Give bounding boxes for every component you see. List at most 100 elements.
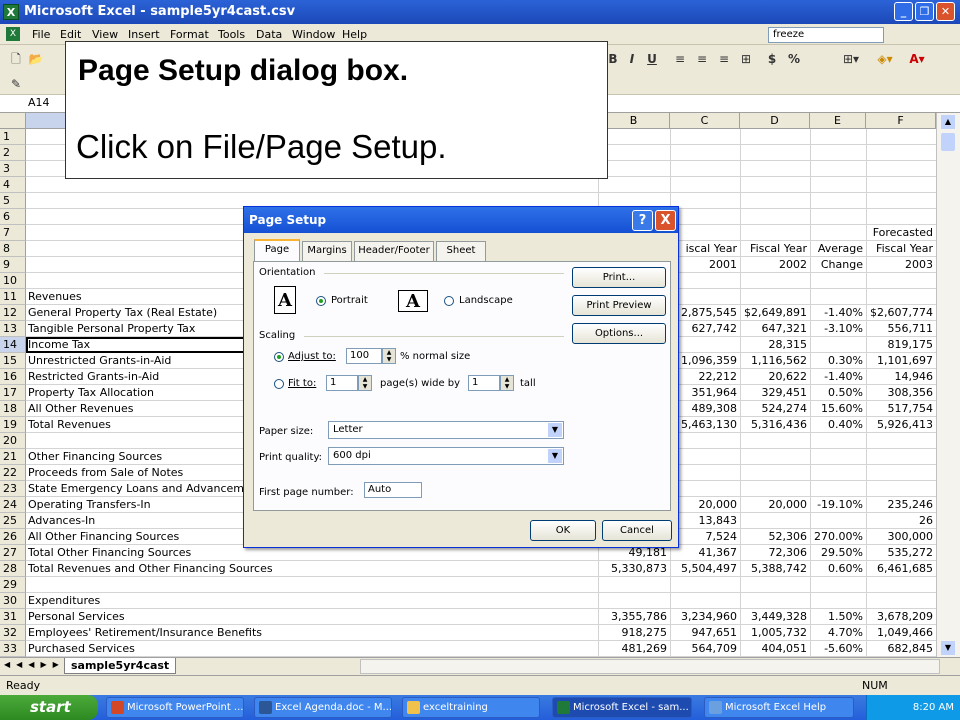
menu-insert[interactable]: Insert xyxy=(128,28,160,41)
task-word[interactable]: Excel Agenda.doc - M... xyxy=(254,697,392,718)
tab-page[interactable]: Page xyxy=(254,239,300,262)
task-powerpoint[interactable]: Microsoft PowerPoint ... xyxy=(106,697,244,718)
name-box[interactable]: A14 xyxy=(28,96,68,111)
cell-c12[interactable]: 2,875,545 xyxy=(672,305,740,321)
align-right-icon[interactable]: ≡ xyxy=(716,50,732,68)
menu-file[interactable]: File xyxy=(32,28,50,41)
sheet-tab[interactable]: sample5yr4cast xyxy=(64,658,177,674)
new-icon[interactable]: 🗋 xyxy=(8,50,24,68)
row-header[interactable]: 1 xyxy=(0,129,26,145)
cell-d9[interactable]: 2002 xyxy=(742,257,810,273)
cell-c25[interactable]: 13,843 xyxy=(672,513,740,529)
cell-d18[interactable]: 524,274 xyxy=(742,401,810,417)
menu-tools[interactable]: Tools xyxy=(218,28,245,41)
cell-f27[interactable]: 535,272 xyxy=(868,545,936,561)
cell-f32[interactable]: 1,049,466 xyxy=(868,625,936,641)
row-header[interactable]: 24 xyxy=(0,497,26,513)
cell-e17[interactable]: 0.50% xyxy=(812,385,866,401)
cell-d13[interactable]: 647,321 xyxy=(742,321,810,337)
tab-sheet[interactable]: Sheet xyxy=(436,241,486,261)
cell-a31[interactable]: Personal Services xyxy=(28,609,598,625)
align-left-icon[interactable]: ≡ xyxy=(672,50,688,68)
cell-d15[interactable]: 1,116,562 xyxy=(742,353,810,369)
cell-a30[interactable]: Expenditures xyxy=(28,593,598,609)
workbook-icon[interactable]: X xyxy=(6,27,20,41)
cell-f13[interactable]: 556,711 xyxy=(868,321,936,337)
excel-app-icon[interactable]: X xyxy=(3,4,19,20)
portrait-label[interactable]: Portrait xyxy=(331,295,368,306)
ok-button[interactable]: OK xyxy=(530,520,596,541)
dialog-close-button[interactable]: X xyxy=(655,210,676,231)
cell-b31[interactable]: 3,355,786 xyxy=(600,609,670,625)
adjust-spinner[interactable]: ▲ ▼ xyxy=(382,348,396,364)
cell-d33[interactable]: 404,051 xyxy=(742,641,810,657)
cell-f28[interactable]: 6,461,685 xyxy=(868,561,936,577)
cell-e8[interactable]: Average xyxy=(812,241,866,257)
row-header[interactable]: 19 xyxy=(0,417,26,433)
scroll-thumb[interactable] xyxy=(941,133,955,151)
row-header[interactable]: 26 xyxy=(0,529,26,545)
cell-f12[interactable]: $2,607,774 xyxy=(868,305,936,321)
cell-f18[interactable]: 517,754 xyxy=(868,401,936,417)
fit-to-radio[interactable] xyxy=(274,379,284,389)
row-header[interactable]: 7 xyxy=(0,225,26,241)
cell-e18[interactable]: 15.60% xyxy=(812,401,866,417)
cell-c26[interactable]: 7,524 xyxy=(672,529,740,545)
cell-f25[interactable]: 26 xyxy=(868,513,936,529)
menu-data[interactable]: Data xyxy=(256,28,282,41)
landscape-label[interactable]: Landscape xyxy=(459,295,513,306)
column-header-e[interactable]: E xyxy=(810,113,866,129)
menu-format[interactable]: Format xyxy=(170,28,209,41)
cell-f7[interactable]: Forecasted xyxy=(868,225,936,241)
cell-c16[interactable]: 22,212 xyxy=(672,369,740,385)
cell-e33[interactable]: -5.60% xyxy=(812,641,866,657)
column-header-b[interactable]: B xyxy=(598,113,670,129)
cell-f26[interactable]: 300,000 xyxy=(868,529,936,545)
row-header[interactable]: 14 xyxy=(0,337,26,353)
cell-f24[interactable]: 235,246 xyxy=(868,497,936,513)
select-all-corner[interactable] xyxy=(0,113,26,129)
row-header[interactable]: 20 xyxy=(0,433,26,449)
row-header[interactable]: 25 xyxy=(0,513,26,529)
row-header[interactable]: 12 xyxy=(0,305,26,321)
clock[interactable]: 8:20 AM xyxy=(913,702,954,713)
cell-d24[interactable]: 20,000 xyxy=(742,497,810,513)
cell-d16[interactable]: 20,622 xyxy=(742,369,810,385)
cell-c27[interactable]: 41,367 xyxy=(672,545,740,561)
cell-f9[interactable]: 2003 xyxy=(868,257,936,273)
cell-d26[interactable]: 52,306 xyxy=(742,529,810,545)
chevron-down-icon[interactable]: ▼ xyxy=(548,423,562,437)
merge-center-icon[interactable]: ⊞ xyxy=(738,50,754,68)
open-icon[interactable]: 📂 xyxy=(28,50,44,68)
cell-e27[interactable]: 29.50% xyxy=(812,545,866,561)
portrait-radio[interactable] xyxy=(316,296,326,306)
menu-help[interactable]: Help xyxy=(342,28,367,41)
row-header[interactable]: 2 xyxy=(0,145,26,161)
cell-a28[interactable]: Total Revenues and Other Financing Sourc… xyxy=(28,561,598,577)
row-header[interactable]: 5 xyxy=(0,193,26,209)
cell-c15[interactable]: 1,096,359 xyxy=(672,353,740,369)
row-header[interactable]: 23 xyxy=(0,481,26,497)
cell-c33[interactable]: 564,709 xyxy=(672,641,740,657)
cell-c19[interactable]: 5,463,130 xyxy=(672,417,740,433)
options-button[interactable]: Options... xyxy=(572,323,666,344)
cell-d31[interactable]: 3,449,328 xyxy=(742,609,810,625)
print-button[interactable]: Print... xyxy=(572,267,666,288)
cell-a33[interactable]: Purchased Services xyxy=(28,641,598,657)
cell-d8[interactable]: Fiscal Year xyxy=(742,241,810,257)
column-header-c[interactable]: C xyxy=(670,113,740,129)
underline-button[interactable]: U xyxy=(644,50,660,68)
menu-window[interactable]: Window xyxy=(292,28,335,41)
cell-b32[interactable]: 918,275 xyxy=(600,625,670,641)
task-excel-help[interactable]: Microsoft Excel Help xyxy=(704,697,854,718)
row-header[interactable]: 6 xyxy=(0,209,26,225)
print-quality-select[interactable]: 600 dpi ▼ xyxy=(328,447,564,465)
fit-wide-spinner[interactable]: ▲ ▼ xyxy=(358,375,372,391)
row-header[interactable]: 28 xyxy=(0,561,26,577)
dialog-help-button[interactable]: ? xyxy=(632,210,653,231)
row-header[interactable]: 22 xyxy=(0,465,26,481)
fit-wide-input[interactable]: 1 xyxy=(326,375,358,391)
chevron-down-icon[interactable]: ▼ xyxy=(548,449,562,463)
cell-e28[interactable]: 0.60% xyxy=(812,561,866,577)
row-header[interactable]: 32 xyxy=(0,625,26,641)
